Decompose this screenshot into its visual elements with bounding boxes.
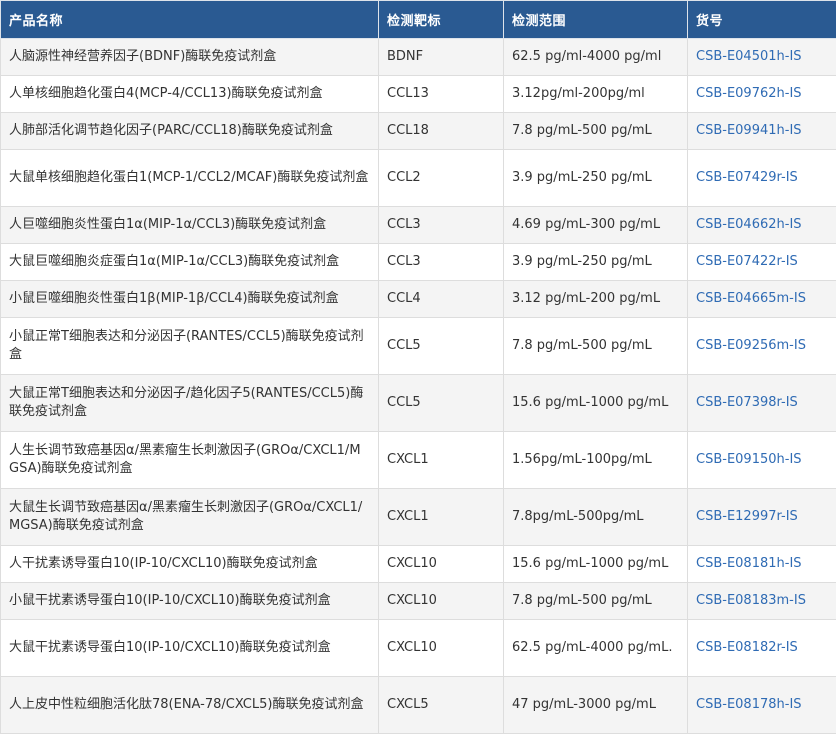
- table-row: 大鼠干扰素诱导蛋白10(IP-10/CXCL10)酶联免疫试剂盒 CXCL10 …: [1, 620, 836, 677]
- product-name: 大鼠正常T细胞表达和分泌因子/趋化因子5(RANTES/CCL5)酶联免疫试剂盒: [1, 375, 379, 432]
- target: CXCL1: [379, 432, 504, 489]
- catalog-link[interactable]: CSB-E04501h-IS: [688, 39, 836, 76]
- catalog-link[interactable]: CSB-E07429r-IS: [688, 150, 836, 207]
- target: CCL13: [379, 76, 504, 113]
- header-target: 检测靶标: [379, 1, 504, 39]
- catalog-link[interactable]: CSB-E04665m-IS: [688, 281, 836, 318]
- target: CXCL5: [379, 677, 504, 734]
- product-name: 小鼠干扰素诱导蛋白10(IP-10/CXCL10)酶联免疫试剂盒: [1, 583, 379, 620]
- catalog-link[interactable]: CSB-E07422r-IS: [688, 244, 836, 281]
- header-catalog-number: 货号: [688, 1, 836, 39]
- range: 47 pg/mL-3000 pg/mL: [504, 677, 688, 734]
- catalog-link[interactable]: CSB-E09762h-IS: [688, 76, 836, 113]
- table-row: 人上皮中性粒细胞活化肽78(ENA-78/CXCL5)酶联免疫试剂盒 CXCL5…: [1, 677, 836, 734]
- catalog-link[interactable]: CSB-E09150h-IS: [688, 432, 836, 489]
- product-name: 人上皮中性粒细胞活化肽78(ENA-78/CXCL5)酶联免疫试剂盒: [1, 677, 379, 734]
- range: 3.12 pg/mL-200 pg/mL: [504, 281, 688, 318]
- catalog-link[interactable]: CSB-E08183m-IS: [688, 583, 836, 620]
- range: 1.56pg/mL-100pg/mL: [504, 432, 688, 489]
- table-row: 人肺部活化调节趋化因子(PARC/CCL18)酶联免疫试剂盒 CCL18 7.8…: [1, 113, 836, 150]
- target: CXCL1: [379, 489, 504, 546]
- target: CXCL10: [379, 620, 504, 677]
- target: CCL18: [379, 113, 504, 150]
- header-product-name: 产品名称: [1, 1, 379, 39]
- range: 62.5 pg/ml-4000 pg/ml: [504, 39, 688, 76]
- range: 62.5 pg/mL-4000 pg/mL.: [504, 620, 688, 677]
- table-row: 人生长调节致癌基因α/黑素瘤生长刺激因子(GROα/CXCL1/MGSA)酶联免…: [1, 432, 836, 489]
- target: BDNF: [379, 39, 504, 76]
- table-row: 大鼠巨噬细胞炎症蛋白1α(MIP-1α/CCL3)酶联免疫试剂盒 CCL3 3.…: [1, 244, 836, 281]
- range: 7.8 pg/mL-500 pg/mL: [504, 113, 688, 150]
- target: CCL2: [379, 150, 504, 207]
- product-name: 人巨噬细胞炎性蛋白1α(MIP-1α/CCL3)酶联免疫试剂盒: [1, 207, 379, 244]
- range: 7.8 pg/mL-500 pg/mL: [504, 318, 688, 375]
- table-row: 大鼠生长调节致癌基因α/黑素瘤生长刺激因子(GROα/CXCL1/MGSA)酶联…: [1, 489, 836, 546]
- product-name: 小鼠正常T细胞表达和分泌因子(RANTES/CCL5)酶联免疫试剂盒: [1, 318, 379, 375]
- product-name: 大鼠巨噬细胞炎症蛋白1α(MIP-1α/CCL3)酶联免疫试剂盒: [1, 244, 379, 281]
- catalog-link[interactable]: CSB-E09256m-IS: [688, 318, 836, 375]
- product-name: 人生长调节致癌基因α/黑素瘤生长刺激因子(GROα/CXCL1/MGSA)酶联免…: [1, 432, 379, 489]
- product-name: 人肺部活化调节趋化因子(PARC/CCL18)酶联免疫试剂盒: [1, 113, 379, 150]
- table-row: 大鼠单核细胞趋化蛋白1(MCP-1/CCL2/MCAF)酶联免疫试剂盒 CCL2…: [1, 150, 836, 207]
- range: 15.6 pg/mL-1000 pg/mL: [504, 546, 688, 583]
- range: 3.9 pg/mL-250 pg/mL: [504, 150, 688, 207]
- target: CCL3: [379, 244, 504, 281]
- range: 15.6 pg/mL-1000 pg/mL: [504, 375, 688, 432]
- table-row: 小鼠巨噬细胞炎性蛋白1β(MIP-1β/CCL4)酶联免疫试剂盒 CCL4 3.…: [1, 281, 836, 318]
- range: 3.9 pg/mL-250 pg/mL: [504, 244, 688, 281]
- table-row: 小鼠正常T细胞表达和分泌因子(RANTES/CCL5)酶联免疫试剂盒 CCL5 …: [1, 318, 836, 375]
- target: CCL3: [379, 207, 504, 244]
- table-row: 人脑源性神经营养因子(BDNF)酶联免疫试剂盒 BDNF 62.5 pg/ml-…: [1, 39, 836, 76]
- target: CXCL10: [379, 546, 504, 583]
- product-name: 人干扰素诱导蛋白10(IP-10/CXCL10)酶联免疫试剂盒: [1, 546, 379, 583]
- product-name: 小鼠巨噬细胞炎性蛋白1β(MIP-1β/CCL4)酶联免疫试剂盒: [1, 281, 379, 318]
- product-name: 人脑源性神经营养因子(BDNF)酶联免疫试剂盒: [1, 39, 379, 76]
- catalog-link[interactable]: CSB-E08178h-IS: [688, 677, 836, 734]
- target: CCL4: [379, 281, 504, 318]
- product-name: 大鼠生长调节致癌基因α/黑素瘤生长刺激因子(GROα/CXCL1/MGSA)酶联…: [1, 489, 379, 546]
- target: CCL5: [379, 375, 504, 432]
- table-row: 人巨噬细胞炎性蛋白1α(MIP-1α/CCL3)酶联免疫试剂盒 CCL3 4.6…: [1, 207, 836, 244]
- catalog-link[interactable]: CSB-E07398r-IS: [688, 375, 836, 432]
- catalog-link[interactable]: CSB-E08182r-IS: [688, 620, 836, 677]
- header-range: 检测范围: [504, 1, 688, 39]
- table-row: 人干扰素诱导蛋白10(IP-10/CXCL10)酶联免疫试剂盒 CXCL10 1…: [1, 546, 836, 583]
- table-row: 大鼠正常T细胞表达和分泌因子/趋化因子5(RANTES/CCL5)酶联免疫试剂盒…: [1, 375, 836, 432]
- range: 3.12pg/ml-200pg/ml: [504, 76, 688, 113]
- catalog-link[interactable]: CSB-E09941h-IS: [688, 113, 836, 150]
- range: 7.8pg/mL-500pg/mL: [504, 489, 688, 546]
- range: 7.8 pg/mL-500 pg/mL: [504, 583, 688, 620]
- product-name: 大鼠单核细胞趋化蛋白1(MCP-1/CCL2/MCAF)酶联免疫试剂盒: [1, 150, 379, 207]
- product-table: 产品名称 检测靶标 检测范围 货号 人脑源性神经营养因子(BDNF)酶联免疫试剂…: [0, 0, 836, 734]
- table-row: 小鼠干扰素诱导蛋白10(IP-10/CXCL10)酶联免疫试剂盒 CXCL10 …: [1, 583, 836, 620]
- product-name: 人单核细胞趋化蛋白4(MCP-4/CCL13)酶联免疫试剂盒: [1, 76, 379, 113]
- catalog-link[interactable]: CSB-E04662h-IS: [688, 207, 836, 244]
- target: CCL5: [379, 318, 504, 375]
- target: CXCL10: [379, 583, 504, 620]
- table-row: 人单核细胞趋化蛋白4(MCP-4/CCL13)酶联免疫试剂盒 CCL13 3.1…: [1, 76, 836, 113]
- catalog-link[interactable]: CSB-E08181h-IS: [688, 546, 836, 583]
- catalog-link[interactable]: CSB-E12997r-IS: [688, 489, 836, 546]
- range: 4.69 pg/mL-300 pg/mL: [504, 207, 688, 244]
- product-name: 大鼠干扰素诱导蛋白10(IP-10/CXCL10)酶联免疫试剂盒: [1, 620, 379, 677]
- table-header-row: 产品名称 检测靶标 检测范围 货号: [1, 1, 836, 39]
